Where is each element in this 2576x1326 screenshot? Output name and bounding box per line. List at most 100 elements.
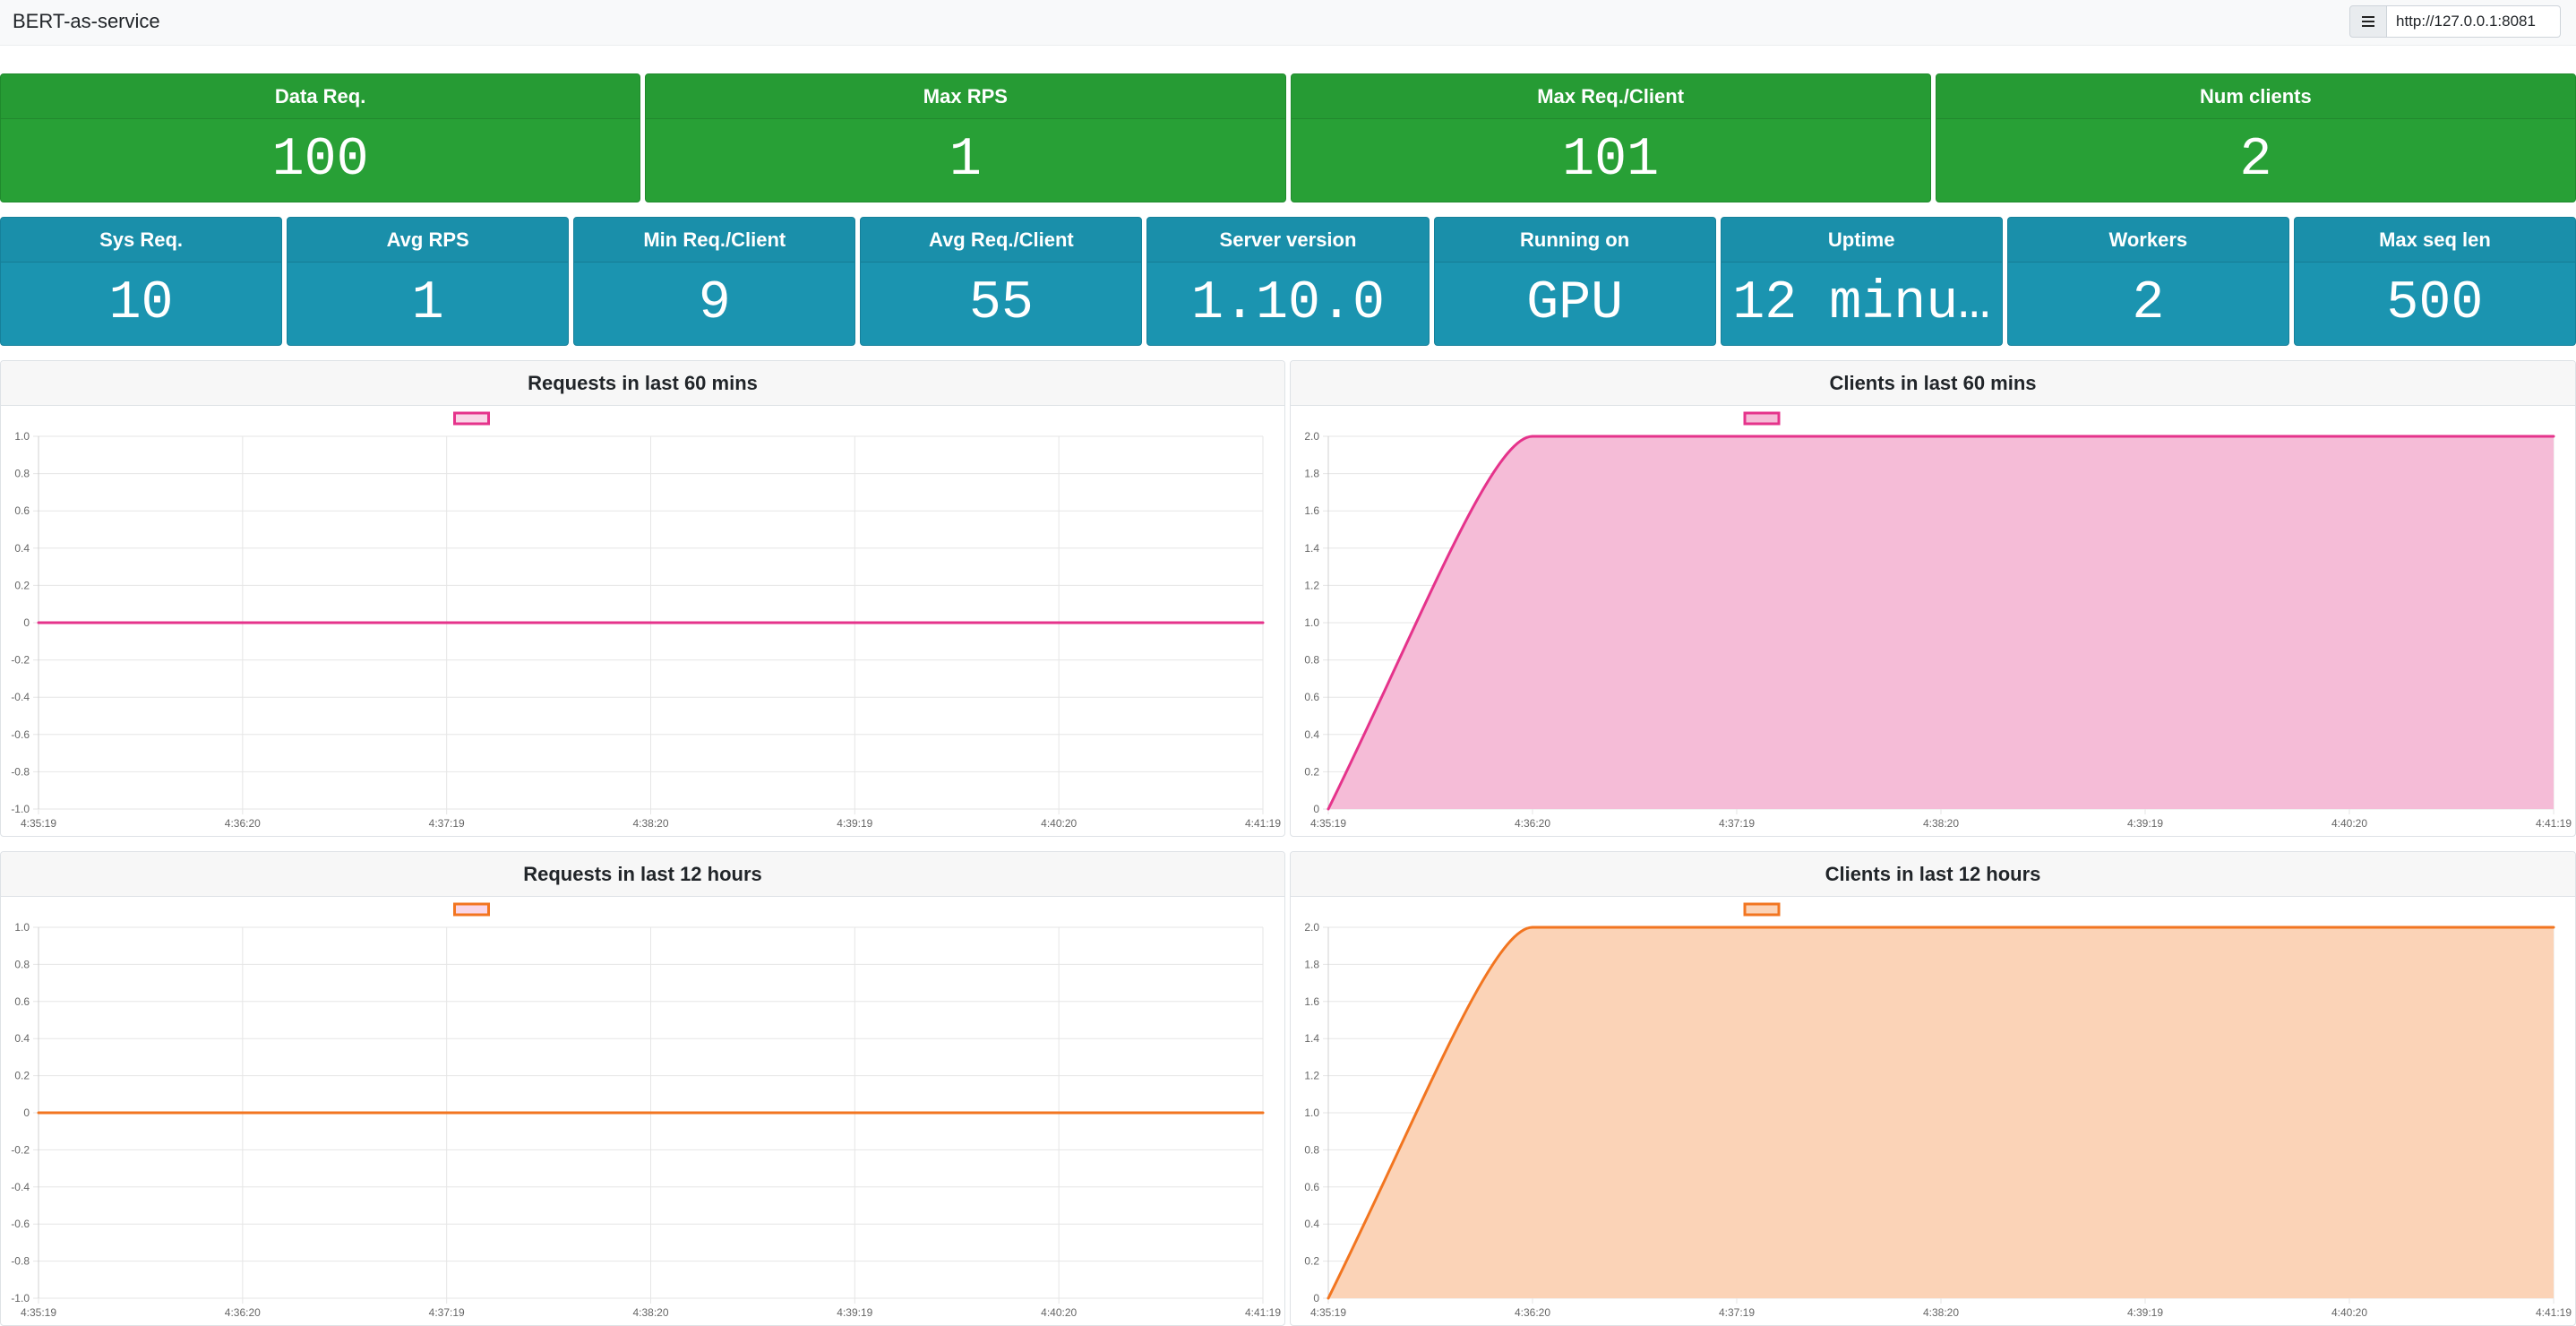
- stat-value: 12 minu…: [1732, 273, 1991, 334]
- stat-value: 9: [698, 273, 731, 334]
- primary-stats-row: Data Req. 100 Max RPS 1 Max Req./Client …: [0, 73, 2576, 202]
- x-tick-label: 4:37:19: [429, 817, 465, 830]
- x-tick-label: 4:41:19: [1245, 817, 1281, 830]
- chart-title: Requests in last 12 hours: [1, 852, 1284, 897]
- data-point: [2348, 926, 2351, 929]
- stat-card-workers: Workers 2: [2006, 217, 2289, 346]
- chart-grid: [33, 926, 1264, 1304]
- y-tick-label: 1.6: [1304, 504, 1319, 517]
- data-point: [1939, 435, 1943, 438]
- data-point: [1531, 926, 1534, 929]
- y-tick-label: 0: [1313, 803, 1319, 815]
- y-tick-label: 1.8: [1304, 468, 1319, 480]
- x-tick-label: 4:38:20: [1923, 817, 1959, 830]
- stat-value: 2: [2239, 130, 2272, 191]
- x-tick-label: 4:38:20: [1923, 1306, 1959, 1319]
- data-point: [241, 621, 245, 624]
- chart-title: Clients in last 12 hours: [1291, 852, 2575, 897]
- data-point: [1735, 435, 1739, 438]
- stat-value: 2: [2132, 273, 2165, 334]
- x-tick-label: 4:35:19: [21, 817, 56, 830]
- data-point: [1939, 926, 1943, 929]
- hamburger-icon: [2362, 16, 2374, 27]
- data-point: [853, 1111, 856, 1115]
- y-tick-label: 0: [23, 616, 30, 629]
- stat-card-max-rps: Max RPS 1: [645, 73, 1286, 202]
- brand-title: BERT-as-service: [13, 10, 160, 32]
- data-point: [37, 1111, 40, 1115]
- stat-value: 1.10.0: [1190, 273, 1386, 334]
- y-tick-label: -1.0: [11, 1292, 30, 1304]
- data-point: [445, 621, 449, 624]
- x-tick-label: 4:39:19: [837, 1306, 872, 1319]
- stat-card-avg-req-client: Avg Req./Client 55: [860, 217, 1143, 346]
- y-tick-label: 1.0: [1304, 616, 1319, 629]
- data-point: [1261, 1111, 1265, 1115]
- stat-card-uptime: Uptime 12 minu…: [1720, 217, 2003, 346]
- legend-swatch[interactable]: [1743, 902, 1781, 917]
- data-point: [445, 1111, 449, 1115]
- stat-card-avg-rps: Avg RPS 1: [287, 217, 570, 346]
- y-tick-label: 0: [1313, 1292, 1319, 1304]
- x-tick-label: 4:41:19: [2536, 817, 2572, 830]
- legend-swatch[interactable]: [1743, 411, 1781, 426]
- stat-card-data-req: Data Req. 100: [0, 73, 641, 202]
- y-tick-label: 0.6: [14, 504, 30, 517]
- chart-panel-clients-12h: Clients in last 12 hours 2.0 1.8 1.6 1.4 1.2…: [1290, 851, 2576, 1326]
- navbar: BERT-as-service: [0, 0, 2576, 46]
- stat-label: Server version: [1147, 218, 1429, 263]
- stat-label: Workers: [2007, 218, 2288, 263]
- chart-title: Requests in last 60 mins: [1, 361, 1284, 406]
- y-tick-label: 1.2: [1304, 579, 1319, 591]
- stat-value: 55: [968, 273, 1034, 334]
- clients-12h-chart[interactable]: 2.0 1.8 1.6 1.4 1.2 1.0 0.8 0.6 0.4 0.2 0 4:35:19 4:…: [1291, 897, 2575, 1325]
- legend-swatch[interactable]: [453, 902, 490, 917]
- server-url-group: [2349, 5, 2561, 38]
- x-tick-label: 4:39:19: [2127, 1306, 2163, 1319]
- stat-label: Min Req./Client: [574, 218, 855, 263]
- menu-button[interactable]: [2349, 5, 2387, 38]
- data-point: [2143, 926, 2147, 929]
- x-tick-label: 4:41:19: [2536, 1306, 2572, 1319]
- y-tick-label: 0.6: [1304, 691, 1319, 703]
- requests-60m-chart[interactable]: 1.0 0.8 0.6 0.4 0.2 0 -0.2 -0.4 -0.6 -0.8 -1.0 4:35…: [1, 406, 1284, 836]
- clients-60m-chart[interactable]: 2.0 1.8 1.6 1.4 1.2 1.0 0.8 0.6 0.4 0.2 0 4:35:19 4:…: [1291, 406, 2575, 836]
- series-area: [1328, 927, 2554, 1298]
- y-tick-label: 0.2: [1304, 1255, 1319, 1268]
- y-tick-label: -0.6: [11, 1218, 30, 1230]
- y-tick-label: -0.2: [11, 654, 30, 667]
- x-tick-label: 4:39:19: [2127, 817, 2163, 830]
- x-tick-label: 4:39:19: [837, 817, 872, 830]
- chart-grid: [33, 435, 1264, 814]
- requests-12h-chart[interactable]: 1.0 0.8 0.6 0.4 0.2 0 -0.2 -0.4 -0.6 -0.8 -1.0 4:35…: [1, 897, 1284, 1325]
- x-tick-label: 4:38:20: [632, 817, 668, 830]
- data-point: [1735, 926, 1739, 929]
- stat-card-max-seq-len: Max seq len 500: [2293, 217, 2576, 346]
- x-tick-label: 4:37:19: [1719, 1306, 1755, 1319]
- x-tick-label: 4:38:20: [632, 1306, 668, 1319]
- data-point: [2552, 435, 2555, 438]
- y-tick-label: 0.8: [1304, 1143, 1319, 1156]
- data-point: [1327, 1296, 1330, 1300]
- chart-title: Clients in last 60 mins: [1291, 361, 2575, 406]
- y-tick-label: 0.8: [1304, 654, 1319, 667]
- y-tick-label: 0.6: [14, 995, 30, 1008]
- x-tick-label: 4:37:19: [1719, 817, 1755, 830]
- data-point: [2348, 435, 2351, 438]
- y-tick-label: -0.4: [11, 1181, 30, 1193]
- y-tick-label: 0.4: [14, 542, 30, 555]
- stat-card-running-on: Running on GPU: [1433, 217, 1716, 346]
- stat-value: 100: [271, 130, 369, 191]
- data-point: [1327, 807, 1330, 811]
- stat-label: Running on: [1434, 218, 1715, 263]
- secondary-stats-row: Sys Req. 10 Avg RPS 1 Min Req./Client 9 …: [0, 217, 2576, 346]
- y-tick-label: 0.2: [14, 1070, 30, 1082]
- y-tick-label: 1.0: [14, 430, 30, 443]
- y-tick-label: -0.4: [11, 691, 30, 703]
- series-area: [1328, 436, 2554, 809]
- server-url-input[interactable]: [2387, 5, 2561, 38]
- y-tick-label: 0.4: [1304, 728, 1319, 741]
- chart-panel-requests-12h: Requests in last 12 hours 1.0 0.8 0.6 0.4 0.…: [0, 851, 1285, 1326]
- y-tick-label: 0.2: [14, 579, 30, 591]
- legend-swatch[interactable]: [453, 411, 490, 426]
